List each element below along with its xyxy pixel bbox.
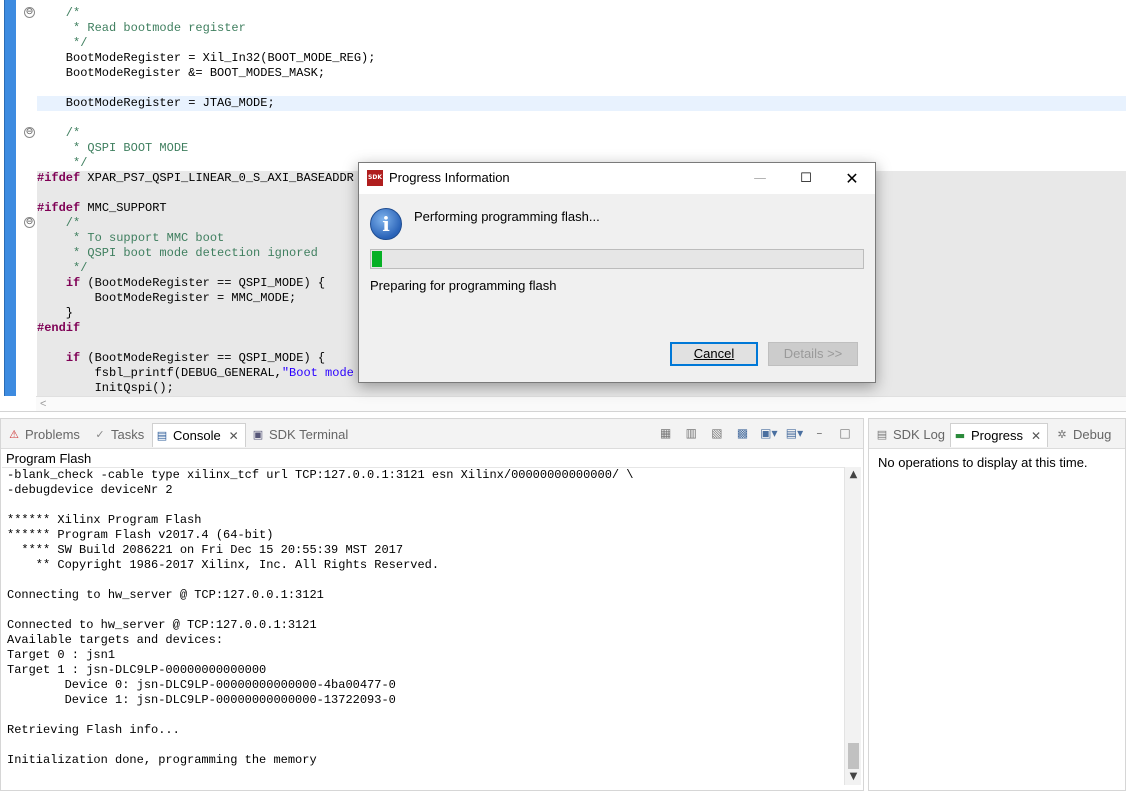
tab-problems[interactable]: ⚠ Problems (5, 423, 80, 447)
close-icon[interactable]: ✕ (1031, 424, 1041, 448)
console-line: Available targets and devices: (7, 633, 224, 647)
tab-label: Debug (1073, 427, 1112, 442)
maximize-icon[interactable]: □ (837, 425, 853, 441)
console-line: Retrieving Flash info... (7, 723, 180, 737)
tab-progress[interactable]: ▬ Progress ✕ (950, 423, 1049, 448)
console-line: Initialization done, programming the mem… (7, 753, 317, 767)
code-line[interactable]: /* (37, 126, 1126, 141)
console-line: -blank_check -cable type xilinx_tcf url … (7, 468, 634, 482)
console-panel: ⚠ Problems ✓ Tasks ▤ Console ✕ ▣ SDK Ter… (0, 418, 864, 791)
progress-icon: ▬ (954, 429, 966, 442)
code-line[interactable] (37, 81, 1126, 96)
tab-sdk-log[interactable]: ▤ SDK Log (873, 423, 945, 447)
fold-toggle-icon[interactable]: ⊖ (24, 127, 35, 138)
word-wrap-icon[interactable]: ▧ (709, 425, 725, 441)
open-console-icon[interactable]: ▤▾ (786, 425, 803, 441)
tab-label: Progress (971, 428, 1024, 443)
console-vertical-scrollbar[interactable]: ▲ ▼ (844, 467, 861, 785)
code-line[interactable]: BootModeRegister = JTAG_MODE; (37, 96, 1126, 111)
code-line[interactable]: /* (37, 6, 1126, 21)
scroll-down-icon[interactable]: ▼ (848, 771, 859, 782)
tab-label: SDK Log (893, 427, 946, 442)
editor-gutter (16, 0, 36, 396)
empty-progress-message: No operations to display at this time. (878, 455, 1088, 470)
progress-panel: ▤ SDK Log ▬ Progress ✕ ✲ Debug No operat… (868, 418, 1126, 791)
sdk-app-icon: SDK (367, 170, 383, 186)
tasks-icon: ✓ (95, 428, 105, 441)
minimize-button: — (753, 171, 767, 186)
code-line[interactable]: * Read bootmode register (37, 21, 1126, 36)
console-line: ****** Xilinx Program Flash (7, 513, 202, 527)
subtask-label: Preparing for programming flash (370, 278, 557, 293)
bottom-tab-bar: ⚠ Problems ✓ Tasks ▤ Console ✕ ▣ SDK Ter… (1, 419, 863, 449)
scroll-lock-icon[interactable]: ▥ (683, 425, 699, 441)
code-line[interactable] (37, 111, 1126, 126)
console-line: ** Copyright 1986-2017 Xilinx, Inc. All … (7, 558, 440, 572)
debug-icon: ✲ (1057, 428, 1067, 441)
console-icon: ▤ (156, 429, 168, 442)
tab-tasks[interactable]: ✓ Tasks (91, 423, 144, 447)
minimize-icon[interactable]: – (811, 425, 827, 441)
tab-sdk-terminal[interactable]: ▣ SDK Terminal (249, 423, 348, 447)
console-output[interactable]: -blank_check -cable type xilinx_tcf url … (2, 467, 844, 785)
close-icon[interactable]: ✕ (229, 424, 239, 448)
fold-toggle-icon[interactable]: ⊖ (24, 7, 35, 18)
console-toolbar: ▦ ▥ ▧ ▩ ▣▾ ▤▾ – □ (652, 425, 853, 443)
pin-console-icon[interactable]: ▩ (735, 425, 751, 441)
console-name: Program Flash (6, 451, 92, 466)
tab-label: Tasks (111, 427, 145, 442)
dialog-title: Progress Information (389, 170, 510, 185)
code-line[interactable]: BootModeRegister = Xil_In32(BOOT_MODE_RE… (37, 51, 1126, 66)
code-line[interactable]: InitQspi(); (37, 381, 1126, 396)
fold-toggle-icon[interactable]: ⊖ (24, 217, 35, 228)
editor-vertical-ruler (4, 0, 16, 396)
editor-horizontal-scrollbar[interactable]: < (36, 396, 1126, 411)
maximize-button[interactable]: ☐ (783, 163, 829, 194)
scroll-up-icon[interactable]: ▲ (848, 469, 859, 480)
tab-label: SDK Terminal (269, 427, 349, 442)
progress-bar-fill (372, 251, 382, 267)
tab-label: Problems (25, 427, 80, 442)
progress-bar (370, 249, 864, 269)
console-line: Connecting to hw_server @ TCP:127.0.0.1:… (7, 588, 324, 602)
console-line: Connected to hw_server @ TCP:127.0.0.1:3… (7, 618, 317, 632)
code-line[interactable]: * QSPI BOOT MODE (37, 141, 1126, 156)
display-console-icon[interactable]: ▣▾ (760, 425, 777, 441)
info-icon: i (370, 208, 402, 240)
console-line: -debugdevice deviceNr 2 (7, 483, 173, 497)
code-line[interactable]: BootModeRegister &= BOOT_MODES_MASK; (37, 66, 1126, 81)
code-line[interactable]: */ (37, 36, 1126, 51)
progress-information-dialog: SDK Progress Information — ☐ ✕ i Perform… (358, 162, 876, 383)
tab-label: Console (173, 428, 221, 443)
tab-debug[interactable]: ✲ Debug (1053, 423, 1111, 447)
problems-icon: ⚠ (9, 428, 19, 441)
console-line: Device 0: jsn-DLC9LP-00000000000000-4ba0… (7, 678, 396, 692)
cancel-button[interactable]: Cancel (670, 342, 758, 366)
dialog-message: Performing programming flash... (414, 209, 600, 224)
console-line: Target 1 : jsn-DLC9LP-00000000000000 (7, 663, 267, 677)
console-line: Device 1: jsn-DLC9LP-00000000000000-1372… (7, 693, 396, 707)
tab-console[interactable]: ▤ Console ✕ (152, 423, 246, 447)
right-tab-bar: ▤ SDK Log ▬ Progress ✕ ✲ Debug (869, 419, 1125, 449)
console-line: Target 0 : jsn1 (7, 648, 116, 662)
terminal-icon: ▣ (252, 428, 264, 441)
console-line: **** SW Build 2086221 on Fri Dec 15 20:5… (7, 543, 404, 557)
console-line: ****** Program Flash v2017.4 (64-bit) (7, 528, 274, 542)
scrollbar-thumb[interactable] (848, 743, 859, 769)
log-icon: ▤ (876, 428, 888, 441)
clear-console-icon[interactable]: ▦ (658, 425, 674, 441)
details-button: Details >> (768, 342, 858, 366)
dialog-titlebar[interactable]: SDK Progress Information — ☐ ✕ (359, 163, 875, 194)
close-button[interactable]: ✕ (829, 163, 875, 194)
